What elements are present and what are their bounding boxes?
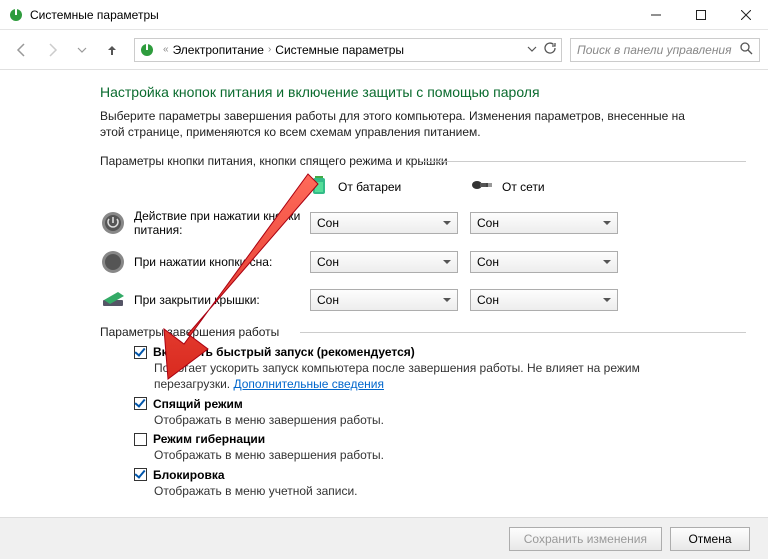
row-sleep-label: При нажатии кнопки сна: [134, 255, 310, 269]
recent-dropdown[interactable] [68, 36, 96, 64]
checkbox-sleep: Спящий режим Отображать в меню завершени… [134, 397, 746, 429]
breadcrumb-item[interactable]: Системные параметры [275, 43, 404, 57]
footer: Сохранить изменения Отмена [0, 517, 768, 559]
hibernation-checkbox[interactable] [134, 433, 147, 446]
checkbox-hibernation: Режим гибернации Отображать в меню завер… [134, 432, 746, 464]
row-sleep-button: При нажатии кнопки сна: Сон Сон [100, 249, 746, 275]
row-lid-label: При закрытии крышки: [134, 293, 310, 307]
content-area: Настройка кнопок питания и включение защ… [0, 70, 768, 517]
cancel-button[interactable]: Отмена [670, 527, 750, 551]
laptop-icon [100, 287, 126, 313]
lid-ac-select[interactable]: Сон [470, 289, 618, 311]
up-button[interactable] [98, 36, 126, 64]
more-info-link[interactable]: Дополнительные сведения [233, 377, 383, 391]
section-power-buttons-label: Параметры кнопки питания, кнопки спящего… [100, 154, 746, 168]
page-intro: Выберите параметры завершения работы для… [100, 108, 710, 140]
breadcrumb[interactable]: « Электропитание › Системные параметры [134, 38, 562, 62]
power-columns-header: От батареи От сети [100, 174, 746, 199]
power-ac-select[interactable]: Сон [470, 212, 618, 234]
breadcrumb-item[interactable]: Электропитание [173, 43, 264, 57]
fast-startup-checkbox[interactable] [134, 346, 147, 359]
sleep-checkbox[interactable] [134, 397, 147, 410]
sleep-label: Спящий режим [153, 397, 243, 411]
sleep-battery-select[interactable]: Сон [310, 251, 458, 273]
lid-battery-select[interactable]: Сон [310, 289, 458, 311]
plug-icon [470, 177, 492, 196]
chevron-right-icon: › [268, 44, 271, 55]
battery-label: От батареи [338, 180, 401, 194]
section-shutdown-label: Параметры завершения работы [100, 325, 746, 339]
nav-bar: « Электропитание › Системные параметры П… [0, 30, 768, 70]
sleep-desc: Отображать в меню завершения работы. [154, 413, 674, 429]
row-power-button: Действие при нажатии кнопки питания: Сон… [100, 209, 746, 237]
lock-desc: Отображать в меню учетной записи. [154, 484, 674, 500]
search-placeholder: Поиск в панели управления [577, 43, 740, 57]
back-button[interactable] [8, 36, 36, 64]
lock-checkbox[interactable] [134, 468, 147, 481]
moon-icon [100, 249, 126, 275]
ac-label: От сети [502, 180, 545, 194]
fast-startup-desc: Помогает ускорить запуск компьютера посл… [154, 361, 674, 392]
breadcrumb-icon [139, 42, 155, 58]
maximize-button[interactable] [678, 0, 723, 30]
checkbox-lock: Блокировка Отображать в меню учетной зап… [134, 468, 746, 500]
hibernation-label: Режим гибернации [153, 432, 265, 446]
chevron-down-icon[interactable] [527, 43, 537, 57]
close-button[interactable] [723, 0, 768, 30]
search-icon [740, 42, 753, 58]
forward-button[interactable] [38, 36, 66, 64]
row-lid-close: При закрытии крышки: Сон Сон [100, 287, 746, 313]
page-heading: Настройка кнопок питания и включение защ… [100, 84, 746, 100]
window-title: Системные параметры [30, 8, 633, 22]
chevron-icon: « [163, 44, 169, 55]
row-power-label: Действие при нажатии кнопки питания: [134, 209, 310, 237]
search-input[interactable]: Поиск в панели управления [570, 38, 760, 62]
minimize-button[interactable] [633, 0, 678, 30]
save-button[interactable]: Сохранить изменения [509, 527, 662, 551]
battery-icon [310, 174, 328, 199]
checkbox-fast-startup: Включить быстрый запуск (рекомендуется) … [134, 345, 746, 392]
sleep-ac-select[interactable]: Сон [470, 251, 618, 273]
hibernation-desc: Отображать в меню завершения работы. [154, 448, 674, 464]
app-icon [8, 7, 24, 23]
refresh-icon[interactable] [543, 41, 557, 58]
power-battery-select[interactable]: Сон [310, 212, 458, 234]
title-bar: Системные параметры [0, 0, 768, 30]
lock-label: Блокировка [153, 468, 225, 482]
fast-startup-label: Включить быстрый запуск (рекомендуется) [153, 345, 415, 359]
power-icon [100, 210, 126, 236]
